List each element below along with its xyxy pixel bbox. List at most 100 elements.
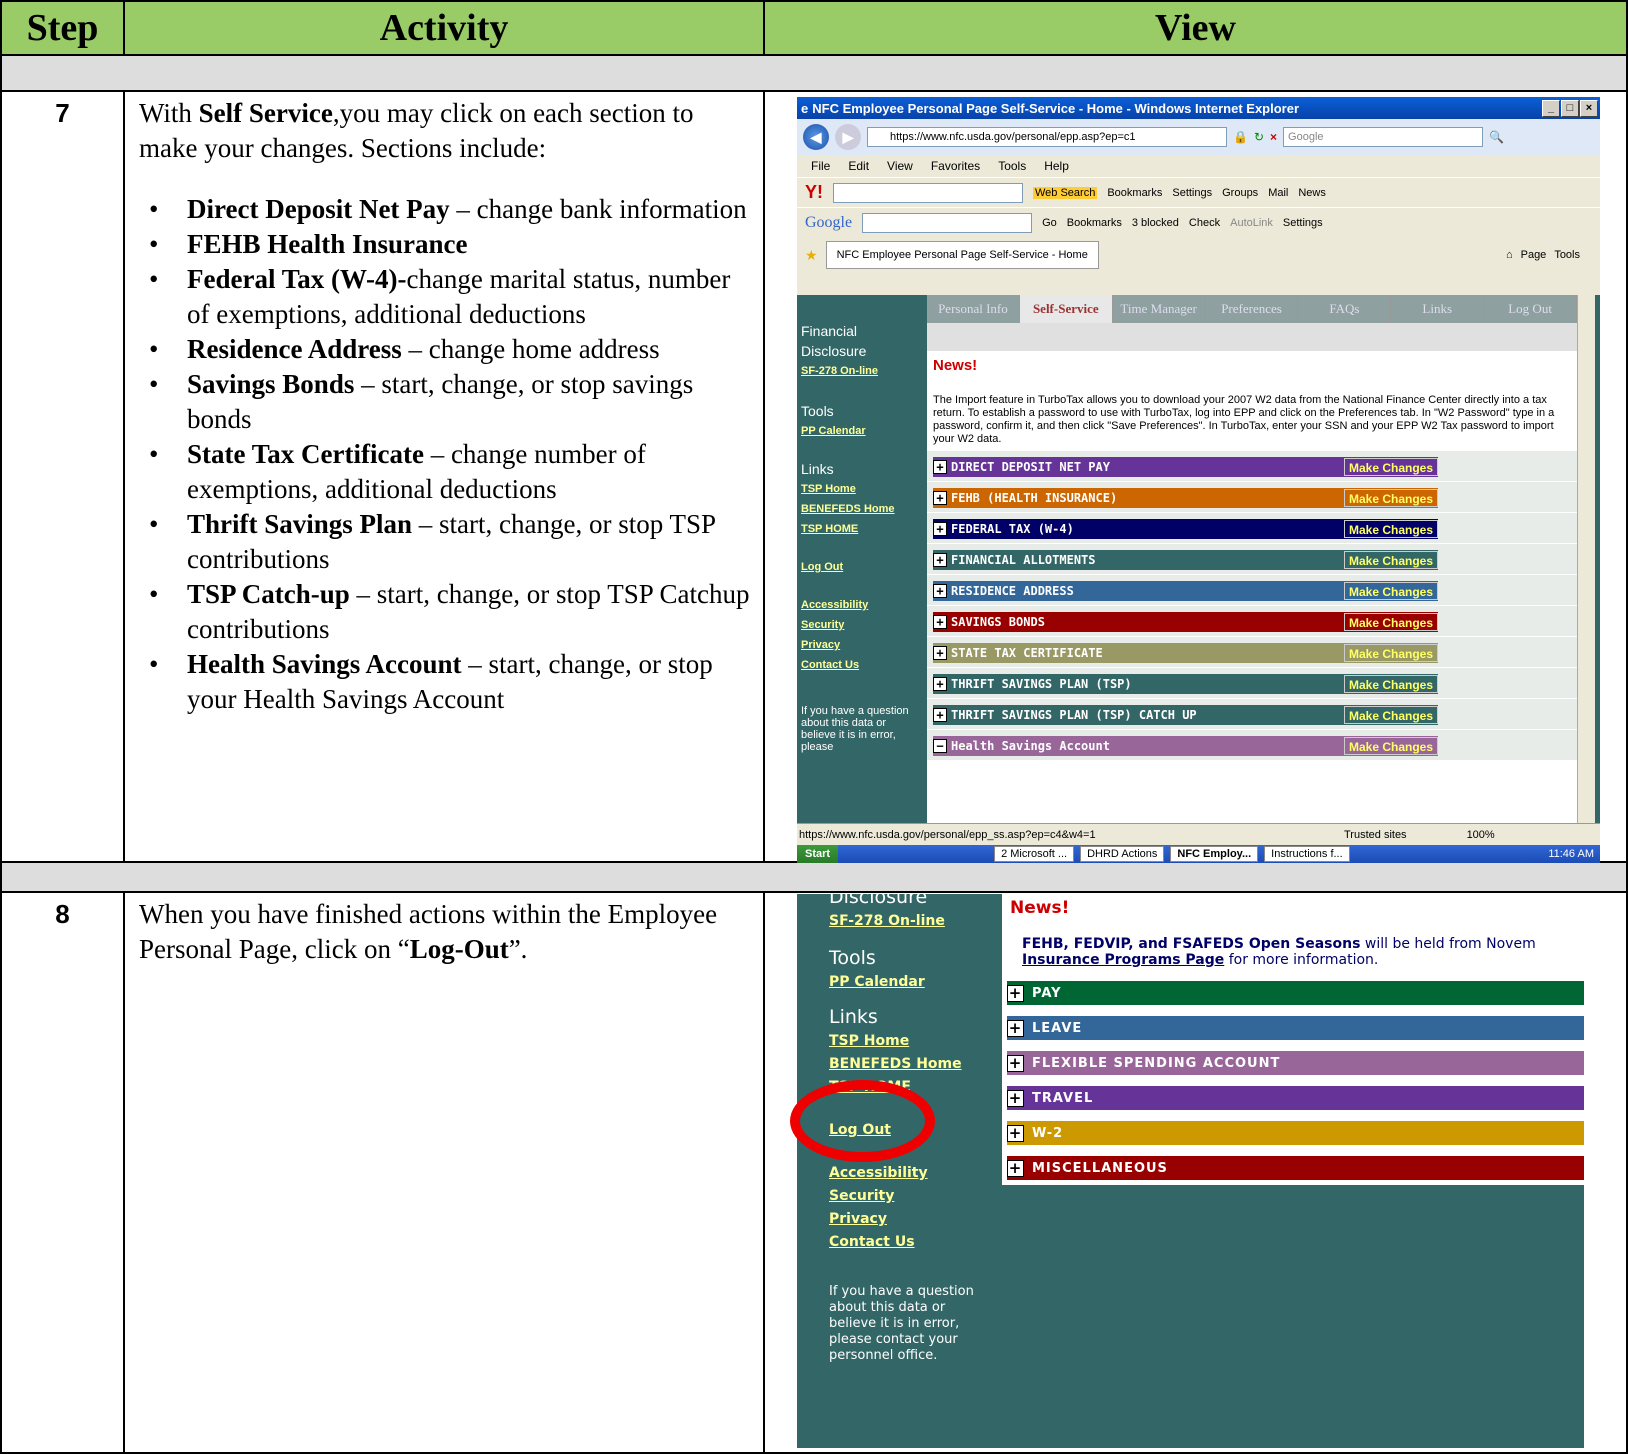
address-bar[interactable]: https://www.nfc.usda.gov/personal/epp.as… — [867, 127, 1227, 147]
expand-icon[interactable]: + — [1007, 1124, 1024, 1142]
favorites-star-icon[interactable]: ★ — [805, 247, 818, 264]
link-sf278[interactable]: SF-278 On-line — [801, 361, 927, 381]
section-bar[interactable]: + FEDERAL TAX (W-4) Make Changes — [933, 519, 1438, 539]
menu-help[interactable]: Help — [1044, 159, 1069, 173]
zoom-link-benefeds[interactable]: BENEFEDS Home — [829, 1053, 999, 1076]
zoom-link-privacy[interactable]: Privacy — [829, 1208, 999, 1231]
expand-icon[interactable]: + — [933, 491, 947, 505]
autolink-button[interactable]: AutoLink — [1230, 217, 1273, 229]
section-bar[interactable]: + THRIFT SAVINGS PLAN (TSP) Make Changes — [933, 674, 1438, 694]
make-changes-button[interactable]: Make Changes — [1343, 582, 1438, 600]
zoom-section-bar[interactable]: + FLEXIBLE SPENDING ACCOUNT — [1007, 1051, 1584, 1075]
section-bar[interactable]: + STATE TAX CERTIFICATE Make Changes — [933, 643, 1438, 663]
expand-icon[interactable]: + — [1007, 1159, 1024, 1177]
news-button[interactable]: News — [1298, 187, 1326, 199]
tab-personal-info[interactable]: Personal Info — [927, 295, 1020, 323]
expand-icon[interactable]: + — [933, 646, 947, 660]
google-search-input[interactable] — [862, 212, 1033, 233]
expand-icon[interactable]: + — [933, 553, 947, 567]
zoom-link-tsp-home[interactable]: TSP Home — [829, 1030, 999, 1053]
link-log-out[interactable]: Log Out — [801, 557, 927, 577]
search-icon[interactable]: 🔍 — [1489, 130, 1504, 144]
groups-button[interactable]: Groups — [1222, 187, 1258, 199]
zoom-section-bar[interactable]: + TRAVEL — [1007, 1086, 1584, 1110]
menu-favorites[interactable]: Favorites — [931, 159, 980, 173]
tab-time-manager[interactable]: Time Manager — [1113, 295, 1206, 323]
link-security[interactable]: Security — [801, 615, 927, 635]
tab-preferences[interactable]: Preferences — [1206, 295, 1299, 323]
expand-icon[interactable]: + — [1007, 984, 1024, 1002]
google-logo-icon[interactable]: Google — [805, 214, 852, 232]
google-bookmarks-button[interactable]: Bookmarks — [1067, 217, 1122, 229]
yahoo-logo-icon[interactable]: Y! — [805, 182, 823, 203]
zoom-section-bar[interactable]: + PAY — [1007, 981, 1584, 1005]
web-search-button[interactable]: Web Search — [1033, 186, 1098, 199]
task-instructions[interactable]: Instructions f... — [1264, 846, 1350, 862]
link-privacy[interactable]: Privacy — [801, 635, 927, 655]
start-button[interactable]: Start — [797, 845, 839, 863]
menu-view[interactable]: View — [887, 159, 913, 173]
make-changes-button[interactable]: Make Changes — [1343, 458, 1438, 476]
search-input[interactable]: Google — [1283, 127, 1484, 147]
zoom-link-sf278[interactable]: SF-278 On-line — [829, 910, 999, 933]
zoom-link-security[interactable]: Security — [829, 1185, 999, 1208]
make-changes-button[interactable]: Make Changes — [1343, 706, 1438, 724]
expand-icon[interactable]: + — [1007, 1019, 1024, 1037]
section-bar[interactable]: + THRIFT SAVINGS PLAN (TSP) CATCH UP Make … — [933, 705, 1438, 725]
zoom-section-bar[interactable]: + MISCELLANEOUS — [1007, 1156, 1584, 1180]
task-nfc[interactable]: NFC Employ... — [1170, 846, 1259, 862]
link-accessibility[interactable]: Accessibility — [801, 595, 927, 615]
back-icon[interactable]: ◀ — [803, 124, 829, 150]
task-microsoft[interactable]: 2 Microsoft ... — [994, 846, 1075, 862]
tab-links[interactable]: Links — [1391, 295, 1485, 323]
expand-icon[interactable]: + — [1007, 1054, 1024, 1072]
link-benefeds[interactable]: BENEFEDS Home — [801, 499, 927, 519]
check-button[interactable]: Check — [1189, 217, 1220, 229]
menu-file[interactable]: File — [811, 159, 830, 173]
make-changes-button[interactable]: Make Changes — [1343, 737, 1438, 755]
yahoo-search-input[interactable] — [833, 182, 1023, 203]
stop-icon[interactable]: × — [1270, 130, 1277, 144]
zoom-section-bar[interactable]: + W-2 — [1007, 1121, 1584, 1145]
settings-button[interactable]: Settings — [1172, 187, 1212, 199]
expand-icon[interactable]: + — [933, 460, 947, 474]
link-pp-calendar[interactable]: PP Calendar — [801, 421, 927, 441]
make-changes-button[interactable]: Make Changes — [1343, 520, 1438, 538]
scrollbar[interactable] — [1577, 295, 1595, 823]
section-bar[interactable]: − Health Savings Account Make Changes — [933, 736, 1438, 756]
zoom-link-pp-calendar[interactable]: PP Calendar — [829, 971, 999, 994]
zoom-level[interactable]: 100% — [1467, 829, 1495, 841]
tab-self-service[interactable]: Self-Service — [1019, 295, 1113, 323]
close-icon[interactable]: × — [1580, 99, 1598, 117]
expand-icon[interactable]: + — [933, 677, 947, 691]
expand-icon[interactable]: + — [933, 522, 947, 536]
go-button[interactable]: Go — [1042, 217, 1057, 229]
section-bar[interactable]: + SAVINGS BONDS Make Changes — [933, 612, 1438, 632]
link-contact[interactable]: Contact Us — [801, 655, 927, 675]
make-changes-button[interactable]: Make Changes — [1343, 489, 1438, 507]
tab-log-out[interactable]: Log Out — [1484, 295, 1578, 323]
zoom-link-accessibility[interactable]: Accessibility — [829, 1162, 999, 1185]
mail-button[interactable]: Mail — [1268, 187, 1288, 199]
refresh-icon[interactable]: ↻ — [1254, 130, 1264, 144]
make-changes-button[interactable]: Make Changes — [1343, 551, 1438, 569]
expand-icon[interactable]: + — [1007, 1089, 1024, 1107]
zoom-section-bar[interactable]: + LEAVE — [1007, 1016, 1584, 1040]
expand-icon[interactable]: + — [933, 615, 947, 629]
bookmarks-button[interactable]: Bookmarks — [1107, 187, 1162, 199]
home-icon[interactable]: ⌂ — [1506, 249, 1513, 261]
tab-nfc[interactable]: NFC Employee Personal Page Self-Service … — [825, 241, 1099, 269]
menu-edit[interactable]: Edit — [848, 159, 869, 173]
tab-faqs[interactable]: FAQs — [1298, 295, 1392, 323]
expand-icon[interactable]: + — [933, 584, 947, 598]
minimize-icon[interactable]: _ — [1542, 99, 1560, 117]
expand-icon[interactable]: + — [933, 708, 947, 722]
section-bar[interactable]: + RESIDENCE ADDRESS Make Changes — [933, 581, 1438, 601]
task-dhrd[interactable]: DHRD Actions — [1080, 846, 1165, 862]
section-bar[interactable]: + FINANCIAL ALLOTMENTS Make Changes — [933, 550, 1438, 570]
link-tsp-home[interactable]: TSP Home — [801, 479, 927, 499]
google-settings-button[interactable]: Settings — [1283, 217, 1323, 229]
forward-icon[interactable]: ▶ — [835, 124, 861, 150]
page-menu-button[interactable]: Page — [1521, 249, 1547, 261]
make-changes-button[interactable]: Make Changes — [1343, 644, 1438, 662]
